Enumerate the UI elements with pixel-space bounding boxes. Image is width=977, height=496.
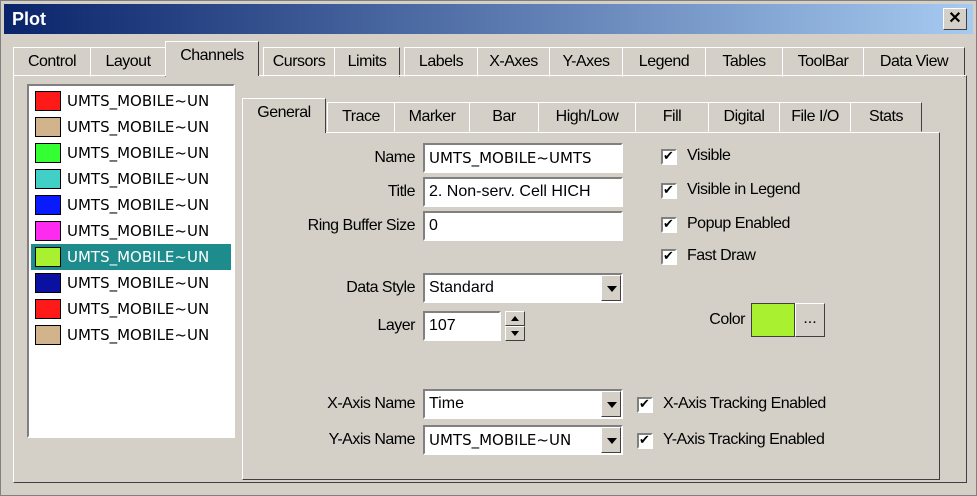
channel-list[interactable]: UMTS_MOBILE~UN UMTS_MOBILE~UN UMTS_MOBILE~… bbox=[27, 84, 235, 438]
channel-color-swatch bbox=[35, 299, 61, 319]
layer-input[interactable]: 107 bbox=[423, 311, 501, 341]
channel-color-swatch bbox=[35, 195, 61, 215]
x-axis-name-label: X-Axis Name bbox=[327, 395, 415, 412]
subtab-trace[interactable]: Trace bbox=[327, 102, 395, 132]
x-axis-tracking-label: X-Axis Tracking Enabled bbox=[663, 395, 826, 412]
tab-legend[interactable]: Legend bbox=[622, 47, 706, 77]
y-axis-name-value: UMTS_MOBILE~UN bbox=[429, 431, 572, 449]
x-axis-name-select[interactable]: Time bbox=[423, 389, 623, 419]
channel-list-item[interactable]: UMTS_MOBILE~UN bbox=[31, 270, 231, 296]
window-title: Plot bbox=[12, 9, 46, 29]
channel-list-item[interactable]: UMTS_MOBILE~UN bbox=[31, 114, 231, 140]
channel-list-item[interactable]: UMTS_MOBILE~UN bbox=[31, 322, 231, 348]
fast-draw-checkbox[interactable] bbox=[661, 248, 677, 265]
channel-list-item[interactable]: UMTS_MOBILE~UN bbox=[31, 296, 231, 322]
popup-enabled-label: Popup Enabled bbox=[687, 215, 790, 232]
subtab-general[interactable]: General bbox=[242, 98, 326, 133]
channel-list-item[interactable]: UMTS_MOBILE~UN bbox=[31, 166, 231, 192]
y-axis-tracking-label: Y-Axis Tracking Enabled bbox=[663, 431, 825, 448]
tab-x-axes[interactable]: X-Axes bbox=[477, 47, 550, 77]
tab-limits[interactable]: Limits bbox=[334, 47, 400, 77]
tab-labels[interactable]: Labels bbox=[404, 47, 478, 77]
tab-data-view[interactable]: Data View bbox=[863, 47, 965, 77]
data-style-value: Standard bbox=[429, 279, 494, 296]
subtab-high-low[interactable]: High/Low bbox=[538, 102, 636, 132]
channel-label: UMTS_MOBILE~UN bbox=[67, 170, 210, 188]
channel-list-item[interactable]: UMTS_MOBILE~UN bbox=[31, 244, 231, 270]
data-style-dropdown-button[interactable] bbox=[601, 275, 621, 301]
channel-label: UMTS_MOBILE~UN bbox=[67, 222, 210, 240]
layer-spinner[interactable] bbox=[505, 311, 525, 341]
layer-label: Layer bbox=[377, 317, 415, 334]
y-axis-name-select[interactable]: UMTS_MOBILE~UN bbox=[423, 425, 623, 455]
channel-label: UMTS_MOBILE~UN bbox=[67, 144, 210, 162]
channel-label: UMTS_MOBILE~UN bbox=[67, 248, 210, 266]
general-panel: Name UMTS_MOBILE~UMTS Title 2. Non-serv.… bbox=[242, 132, 940, 480]
channel-color-swatch bbox=[35, 91, 61, 111]
visible-in-legend-checkbox[interactable] bbox=[661, 182, 677, 199]
subtab-stats[interactable]: Stats bbox=[850, 102, 922, 132]
color-label: Color bbox=[709, 311, 745, 328]
channel-list-item[interactable]: UMTS_MOBILE~UN bbox=[31, 218, 231, 244]
channel-color-swatch bbox=[35, 221, 61, 241]
channel-label: UMTS_MOBILE~UN bbox=[67, 196, 210, 214]
channel-color-swatch bbox=[35, 325, 61, 345]
y-axis-tracking-checkbox[interactable] bbox=[637, 432, 653, 449]
subtab-fill[interactable]: Fill bbox=[635, 102, 709, 132]
channel-list-item[interactable]: UMTS_MOBILE~UN bbox=[31, 140, 231, 166]
channels-panel: UMTS_MOBILE~UN UMTS_MOBILE~UN UMTS_MOBILE~… bbox=[13, 75, 967, 483]
y-axis-dropdown-button[interactable] bbox=[601, 427, 621, 453]
tab-toolbar[interactable]: ToolBar bbox=[782, 47, 864, 77]
spin-up-icon[interactable] bbox=[505, 311, 525, 326]
channel-properties: General Trace Marker Bar High/Low Fill D… bbox=[242, 98, 942, 480]
channel-list-item[interactable]: UMTS_MOBILE~UN bbox=[31, 88, 231, 114]
channel-label: UMTS_MOBILE~UN bbox=[67, 326, 210, 344]
visible-label: Visible bbox=[687, 147, 731, 164]
visible-checkbox[interactable] bbox=[661, 148, 677, 165]
title-input[interactable]: 2. Non-serv. Cell HICH bbox=[423, 177, 623, 207]
name-label: Name bbox=[374, 149, 415, 166]
tab-channels[interactable]: Channels bbox=[165, 41, 259, 76]
channel-color-swatch bbox=[35, 117, 61, 137]
channel-color-swatch bbox=[35, 247, 61, 267]
ring-buffer-label: Ring Buffer Size bbox=[307, 217, 416, 234]
title-label: Title bbox=[387, 183, 416, 200]
tab-layout[interactable]: Layout bbox=[90, 47, 166, 77]
data-style-label: Data Style bbox=[346, 279, 415, 296]
close-button[interactable]: ✕ bbox=[943, 8, 967, 30]
visible-in-legend-label: Visible in Legend bbox=[687, 181, 801, 198]
channel-label: UMTS_MOBILE~UN bbox=[67, 118, 210, 136]
tab-cursors[interactable]: Cursors bbox=[263, 47, 335, 77]
x-axis-tracking-checkbox[interactable] bbox=[637, 396, 653, 413]
channel-label: UMTS_MOBILE~UN bbox=[67, 300, 210, 318]
data-style-select[interactable]: Standard bbox=[423, 273, 623, 303]
subtab-bar[interactable]: Bar bbox=[469, 102, 539, 132]
x-axis-name-value: Time bbox=[429, 395, 464, 412]
channel-label: UMTS_MOBILE~UN bbox=[67, 92, 210, 110]
popup-enabled-checkbox[interactable] bbox=[661, 216, 677, 233]
x-axis-dropdown-button[interactable] bbox=[601, 391, 621, 417]
subtab-file-io[interactable]: File I/O bbox=[779, 102, 851, 132]
y-axis-name-label: Y-Axis Name bbox=[328, 431, 416, 448]
tab-tables[interactable]: Tables bbox=[705, 47, 783, 77]
color-swatch[interactable] bbox=[751, 303, 795, 337]
channel-color-swatch bbox=[35, 143, 61, 163]
channel-color-swatch bbox=[35, 169, 61, 189]
subtab-digital[interactable]: Digital bbox=[708, 102, 780, 132]
spin-down-icon[interactable] bbox=[505, 326, 525, 341]
color-picker-button[interactable]: ... bbox=[795, 303, 825, 337]
name-input[interactable]: UMTS_MOBILE~UMTS bbox=[423, 143, 623, 173]
fast-draw-label: Fast Draw bbox=[687, 247, 756, 264]
channel-color-swatch bbox=[35, 273, 61, 293]
channel-label: UMTS_MOBILE~UN bbox=[67, 274, 210, 292]
tab-control[interactable]: Control bbox=[13, 47, 91, 77]
subtab-marker[interactable]: Marker bbox=[394, 102, 470, 132]
tab-y-axes[interactable]: Y-Axes bbox=[549, 47, 623, 77]
plot-dialog: Plot ✕ Control Layout Channels Cursors L… bbox=[0, 0, 977, 496]
title-bar[interactable]: Plot ✕ bbox=[4, 4, 973, 34]
channel-list-item[interactable]: UMTS_MOBILE~UN bbox=[31, 192, 231, 218]
ring-buffer-input[interactable]: 0 bbox=[423, 211, 623, 241]
